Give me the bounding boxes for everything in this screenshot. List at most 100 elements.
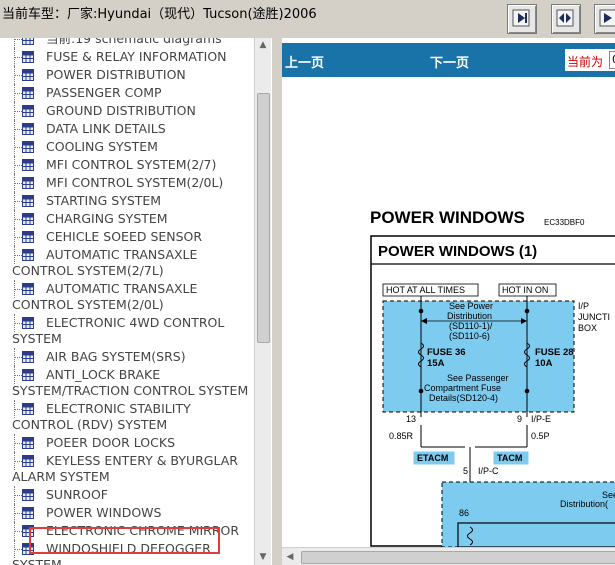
scroll-up-arrow-icon[interactable]: ▲	[255, 38, 271, 52]
tacm-label: TACM	[497, 453, 522, 463]
document-grid-icon	[22, 123, 34, 135]
fuse36-name: FUSE 36	[427, 347, 466, 358]
tree-item[interactable]: POEER DOOR LOCKS	[0, 434, 254, 452]
see-power-line-3: (SD110-1)/	[449, 321, 493, 331]
fuse28-rating: 10A	[535, 358, 553, 369]
document-grid-icon	[22, 317, 34, 329]
page-number-input[interactable]: 0	[609, 51, 615, 69]
tree-item[interactable]: AIR BAG SYSTEM(SRS)	[0, 348, 254, 366]
tree-item[interactable]: ANTI_LOCK BRAKE SYSTEM/TRACTION CONTROL …	[0, 366, 254, 400]
tree-item-label: FUSE & RELAY INFORMATION	[46, 49, 227, 64]
document-grid-icon	[22, 69, 34, 81]
see-passenger-line-1: See Passenger	[447, 373, 509, 383]
tree-item-label: CEHICLE SOEED SENSOR	[46, 229, 203, 244]
step-forward-button[interactable]	[507, 4, 537, 34]
tree-item[interactable]: AUTOMATIC TRANSAXLE CONTROL SYSTEM(2/7L)	[0, 246, 254, 280]
tree-item[interactable]: 当前:19 schematic diagrams	[0, 38, 254, 48]
fuse28-name: FUSE 28	[535, 347, 574, 358]
tree-item-label: ANTI_LOCK BRAKE SYSTEM/TRACTION CONTROL …	[12, 367, 249, 398]
tree-item-label: COOLING SYSTEM	[46, 139, 158, 154]
forward-button[interactable]	[594, 4, 615, 34]
title-bar: 当前车型：厂家:Hyundai（现代）Tucson(途胜)2006	[0, 0, 615, 39]
document-grid-icon	[22, 489, 34, 501]
tree-item[interactable]: CHARGING SYSTEM	[0, 210, 254, 228]
tree-item-label: KEYLESS ENTERY & BYURGLAR ALARM SYSTEM	[12, 453, 238, 484]
diagram-scroll-thumb[interactable]	[301, 551, 615, 564]
document-grid-icon	[22, 507, 34, 519]
window-title: 当前车型：厂家:Hyundai（现代）Tucson(途胜)2006	[2, 7, 317, 22]
document-grid-icon	[22, 283, 34, 295]
etacm-label: ETACM	[417, 453, 448, 463]
tree-item-label: POWER WINDOWS	[46, 505, 162, 520]
tree-vertical-scrollbar[interactable]: ▲ ▼	[254, 38, 271, 565]
next-page-link[interactable]: 下一页	[430, 52, 469, 71]
tree-item[interactable]: GROUND DISTRIBUTION	[0, 102, 254, 120]
tree-item[interactable]: KEYLESS ENTERY & BYURGLAR ALARM SYSTEM	[0, 452, 254, 486]
tree-item[interactable]: POWER DISTRIBUTION	[0, 66, 254, 84]
diagram-pane: 上一页 下一页 当前为 0 POWER WINDOWS EC33DBF0 POW…	[282, 38, 615, 565]
tree-item[interactable]: ELECTRONIC STABILITY CONTROL (RDV) SYSTE…	[0, 400, 254, 434]
see-power-line-4: (SD110-6)	[449, 331, 490, 341]
tree-item-label: AUTOMATIC TRANSAXLE CONTROL SYSTEM(2/0L)	[12, 281, 198, 312]
document-grid-icon	[22, 213, 34, 225]
ip-junction-label-3: BOX	[578, 323, 597, 333]
tree-scroll-thumb[interactable]	[257, 93, 270, 343]
tree-item[interactable]: COOLING SYSTEM	[0, 138, 254, 156]
pin-86-label: 86	[459, 508, 469, 518]
tree-item[interactable]: PASSENGER COMP	[0, 84, 254, 102]
prev-page-link[interactable]: 上一页	[285, 52, 324, 71]
tree-list: 当前:19 schematic diagrams FUSE & RELAY INF…	[0, 38, 254, 565]
tree-item[interactable]: MFI CONTROL SYSTEM(2/7)	[0, 156, 254, 174]
expand-icon	[556, 9, 574, 27]
tree-pane: 当前:19 schematic diagrams FUSE & RELAY INF…	[0, 38, 254, 565]
tree-item[interactable]: STARTING SYSTEM	[0, 192, 254, 210]
tree-item-selected[interactable]: POWER WINDOWS	[0, 504, 254, 522]
tree-item-label: MFI CONTROL SYSTEM(2/0L)	[46, 175, 224, 190]
scroll-down-arrow-icon[interactable]: ▼	[255, 550, 271, 564]
diagram-horizontal-scrollbar[interactable]: ◀	[282, 547, 615, 565]
wire-05p-label: 0.5P	[531, 431, 550, 441]
pin-9-label: 9	[517, 414, 522, 424]
ip-c-label: I/P-C	[478, 466, 499, 476]
ip-junction-label-1: I/P	[578, 301, 589, 311]
pin-5-label: 5	[463, 466, 468, 476]
tree-item-label: CHARGING SYSTEM	[46, 211, 168, 226]
wire-085r-label: 0.85R	[389, 431, 414, 441]
document-grid-icon	[22, 249, 34, 261]
tree-item[interactable]: SUNROOF	[0, 486, 254, 504]
tree-item-label: DATA LINK DETAILS	[46, 121, 166, 136]
document-grid-icon	[22, 159, 34, 171]
scroll-left-arrow-icon[interactable]: ◀	[282, 550, 298, 564]
tree-item[interactable]: FUSE & RELAY INFORMATION	[0, 48, 254, 66]
diagram-title: POWER WINDOWS	[370, 208, 525, 227]
play-icon	[599, 9, 615, 27]
document-grid-icon	[22, 51, 34, 63]
tree-item-label: POWER DISTRIBUTION	[46, 67, 186, 82]
page-label: 当前为	[567, 55, 604, 69]
document-grid-icon	[22, 87, 34, 99]
tree-item[interactable]: DATA LINK DETAILS	[0, 120, 254, 138]
tree-item-label: PASSENGER COMP	[46, 85, 162, 100]
tree-item-label: AUTOMATIC TRANSAXLE CONTROL SYSTEM(2/7L)	[12, 247, 198, 278]
document-grid-icon	[22, 195, 34, 207]
tree-item-label: AIR BAG SYSTEM(SRS)	[46, 349, 186, 364]
document-grid-icon	[22, 231, 34, 243]
tree-item[interactable]: ELECTRONIC 4WD CONTROL SYSTEM	[0, 314, 254, 348]
tree-item[interactable]: AUTOMATIC TRANSAXLE CONTROL SYSTEM(2/0L)	[0, 280, 254, 314]
tree-item-label: SUNROOF	[46, 487, 108, 502]
tree-item-label: MFI CONTROL SYSTEM(2/7)	[46, 157, 217, 172]
tree-item-label: STARTING SYSTEM	[46, 193, 162, 208]
document-grid-icon	[22, 403, 34, 415]
tree-item[interactable]: MFI CONTROL SYSTEM(2/0L)	[0, 174, 254, 192]
document-grid-icon	[22, 351, 34, 363]
selected-item-highlight	[29, 527, 220, 554]
see-power-line-1: See Power	[449, 301, 493, 311]
wiring-diagram: POWER WINDOWS EC33DBF0 POWER WINDOWS (1)…	[282, 77, 615, 547]
section-title: POWER WINDOWS (1)	[378, 243, 537, 260]
tree-item[interactable]: CEHICLE SOEED SENSOR	[0, 228, 254, 246]
fuse36-rating: 15A	[427, 358, 445, 369]
expand-pane-button[interactable]	[551, 4, 581, 34]
ip-junction-label-2: JUNCTI	[578, 312, 610, 322]
tree-item-label: ELECTRONIC 4WD CONTROL SYSTEM	[12, 315, 225, 346]
step-forward-icon	[512, 9, 530, 27]
